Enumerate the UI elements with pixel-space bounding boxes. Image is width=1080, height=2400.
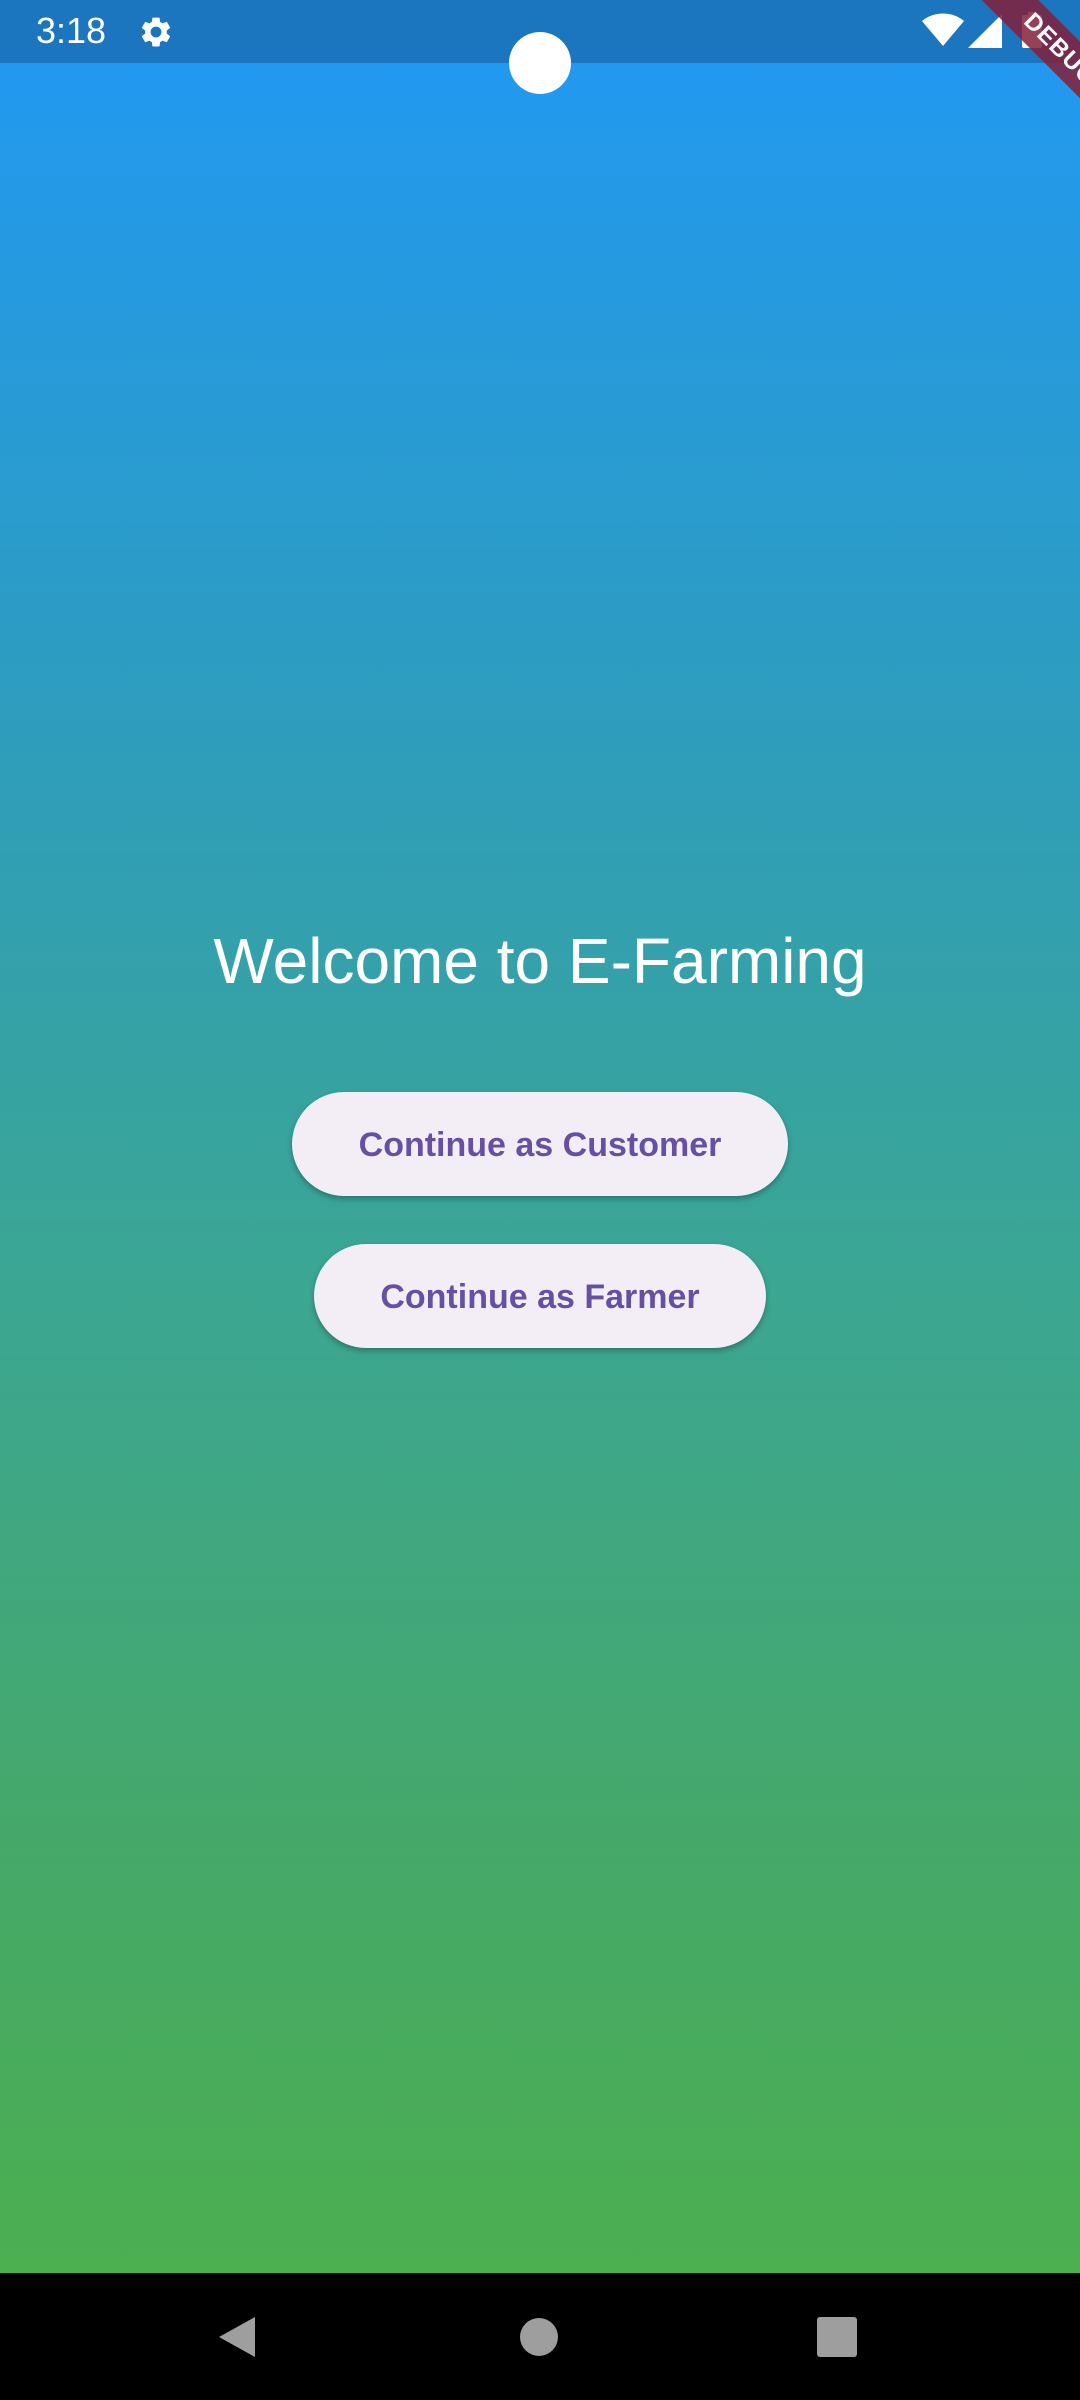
phone-screen: 3:18 DEBUG Welcome to E-Farming Continue…	[0, 0, 1080, 2400]
welcome-title: Welcome to E-Farming	[213, 925, 867, 997]
status-time: 3:18	[36, 10, 107, 51]
home-icon[interactable]	[509, 2307, 569, 2367]
camera-cutout	[509, 32, 571, 94]
back-icon[interactable]	[207, 2307, 267, 2367]
welcome-screen: Welcome to E-Farming Continue as Custome…	[0, 63, 1080, 2273]
continue-as-customer-button[interactable]: Continue as Customer	[292, 1092, 788, 1196]
wifi-icon	[922, 13, 964, 46]
recents-icon[interactable]	[807, 2307, 867, 2367]
battery-icon	[1022, 12, 1042, 48]
continue-as-farmer-button[interactable]: Continue as Farmer	[314, 1244, 766, 1348]
navigation-bar	[0, 2273, 1080, 2400]
signal-icon	[968, 14, 1002, 48]
settings-icon	[141, 17, 171, 47]
